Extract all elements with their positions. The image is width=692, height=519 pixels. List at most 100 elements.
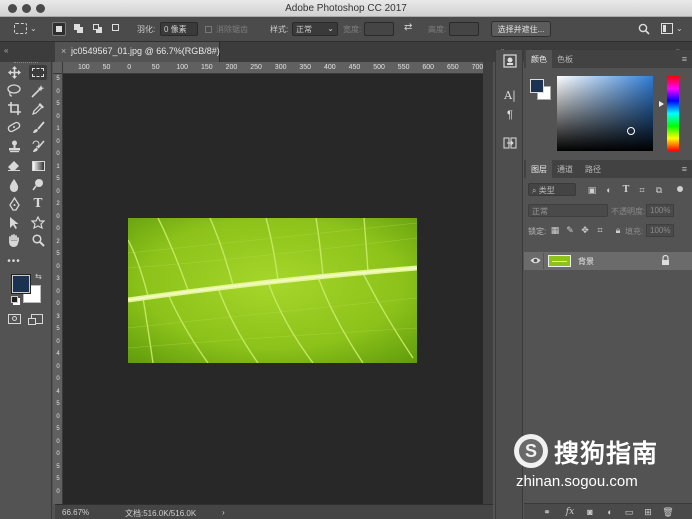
blend-mode-select[interactable]: 正常 [528, 204, 608, 217]
history-panel-icon[interactable] [500, 54, 520, 72]
clone-stamp-tool-icon[interactable] [6, 140, 22, 154]
vertical-scrollbar[interactable] [483, 62, 493, 504]
layer-mask-icon[interactable]: ◙ [584, 506, 596, 518]
color-foreground-swatch[interactable] [530, 79, 544, 93]
height-input[interactable] [449, 22, 479, 36]
select-and-mask-button[interactable]: 选择并遮住... [491, 21, 551, 37]
canvas-area[interactable] [63, 74, 483, 504]
feather-input[interactable]: 0 像素 [160, 22, 198, 36]
zoom-tool-icon[interactable] [30, 234, 46, 248]
tab-swatches[interactable]: 色板 [552, 50, 578, 68]
rectangular-marquee-tool-icon[interactable] [29, 65, 47, 80]
ruler-tick-label: 4 [56, 351, 60, 357]
new-layer-icon[interactable]: ⊞ [642, 506, 654, 518]
color-picker-cursor[interactable] [627, 127, 635, 135]
intersect-selection-icon[interactable] [110, 22, 124, 36]
style-select[interactable]: 正常 ⌄ [292, 22, 338, 36]
swap-dimensions-icon[interactable]: ⇄ [404, 22, 412, 33]
tab-layers[interactable]: 图层 [526, 160, 552, 178]
panel-menu-icon[interactable]: ≡ [682, 164, 687, 174]
filter-adjustment-icon[interactable]: ◐ [603, 184, 615, 196]
character-panel-icon[interactable]: A| [500, 87, 520, 105]
filter-shape-icon[interactable]: ⌗ [636, 184, 648, 196]
ruler-tick-label: 0 [127, 64, 132, 71]
tab-channels[interactable]: 通道 [552, 160, 578, 178]
fill-input[interactable]: 100% [646, 224, 674, 237]
width-input[interactable] [364, 22, 394, 36]
lock-artboard-icon[interactable]: ⌗ [594, 224, 606, 236]
layer-row[interactable]: 背景 [524, 252, 692, 270]
new-selection-icon[interactable] [52, 22, 66, 36]
history-brush-tool-icon[interactable] [30, 140, 46, 154]
actions-panel-icon[interactable] [500, 136, 520, 154]
filter-toggle-icon[interactable] [677, 186, 683, 192]
move-tool-icon[interactable] [6, 66, 22, 80]
foreground-color-swatch[interactable] [12, 275, 30, 293]
hue-slider[interactable] [667, 76, 679, 151]
ruler-origin[interactable] [53, 62, 63, 74]
lasso-tool-icon[interactable] [6, 84, 22, 98]
magic-wand-tool-icon[interactable] [30, 84, 46, 98]
paragraph-panel-icon[interactable]: ¶ [500, 106, 520, 124]
chevron-down-icon[interactable]: ⌄ [676, 24, 683, 33]
hue-slider-handle[interactable] [659, 101, 664, 107]
tab-color[interactable]: 颜色 [526, 50, 552, 68]
search-icon[interactable] [638, 23, 650, 37]
type-tool-icon[interactable]: T [30, 196, 46, 210]
healing-brush-tool-icon[interactable] [6, 121, 22, 135]
opacity-input[interactable]: 100% [646, 204, 674, 217]
document-tab[interactable]: × jc0549567_01.jpg @ 66.7%(RGB/8#) [55, 42, 220, 62]
path-selection-tool-icon[interactable] [6, 216, 22, 230]
add-to-selection-icon[interactable] [72, 22, 86, 36]
lock-all-icon[interactable]: 🔒︎ [612, 224, 624, 236]
brush-tool-icon[interactable] [30, 121, 46, 135]
swap-colors-icon[interactable]: ⇆ [35, 272, 42, 281]
subtract-from-selection-icon[interactable] [91, 22, 105, 36]
crop-tool-icon[interactable] [6, 102, 22, 116]
link-layers-icon[interactable]: ⚭ [541, 506, 553, 518]
ruler-tick-label: 5 [56, 76, 60, 82]
layer-filter-select[interactable]: ⌕ 类型 [528, 183, 576, 196]
chevron-down-icon[interactable]: ⌄ [30, 24, 37, 33]
panel-menu-icon[interactable]: ≡ [682, 54, 687, 64]
zoom-level[interactable]: 66.67% [62, 508, 89, 517]
lock-image-pixels-icon[interactable]: ✎ [564, 224, 576, 236]
tab-paths[interactable]: 路径 [580, 160, 606, 178]
eye-icon[interactable] [530, 256, 541, 267]
dodge-tool-icon[interactable] [30, 178, 46, 192]
layer-thumbnail[interactable] [548, 255, 571, 267]
close-icon[interactable]: × [61, 46, 66, 56]
gradient-tool-icon[interactable] [30, 159, 46, 173]
watermark-brand: 搜狗指南 [554, 440, 659, 468]
filter-type-icon[interactable]: T [620, 184, 632, 196]
marquee-tool-preset-icon[interactable] [14, 23, 27, 34]
adjustment-layer-icon[interactable]: ◐ [604, 506, 616, 518]
workspace-icon[interactable] [661, 23, 673, 34]
layer-style-icon[interactable]: fx [564, 506, 576, 518]
screen-mode-icon[interactable] [28, 314, 43, 325]
ruler-tick-label: 450 [348, 64, 361, 71]
status-menu-arrow[interactable]: › [222, 508, 225, 517]
layer-name[interactable]: 背景 [578, 256, 594, 267]
lock-transparent-pixels-icon[interactable]: ▦ [549, 224, 561, 236]
antialias-checkbox[interactable] [205, 26, 212, 33]
ruler-tick-label: 0 [56, 288, 60, 295]
quick-mask-icon[interactable] [8, 314, 21, 324]
eraser-tool-icon[interactable] [6, 159, 22, 173]
pen-tool-icon[interactable] [6, 197, 22, 211]
new-group-icon[interactable]: ▭ [623, 506, 635, 518]
collapse-panel-icon[interactable]: « [4, 46, 8, 55]
hand-tool-icon[interactable] [6, 234, 22, 248]
filter-pixel-icon[interactable]: ▣ [586, 184, 598, 196]
lock-position-icon[interactable]: ✥ [579, 224, 591, 236]
custom-shape-tool-icon[interactable] [30, 216, 46, 230]
delete-layer-icon[interactable]: 🗑︎ [662, 506, 674, 518]
blur-tool-icon[interactable] [6, 178, 22, 192]
filter-smart-object-icon[interactable]: ⧉ [653, 184, 665, 196]
leaf-image[interactable] [128, 218, 417, 363]
default-colors-icon[interactable] [11, 296, 18, 303]
more-tools-icon[interactable]: ••• [6, 255, 22, 269]
eyedropper-tool-icon[interactable] [30, 102, 46, 116]
color-field[interactable] [557, 76, 653, 151]
layer-filter-label: 类型 [538, 186, 555, 195]
